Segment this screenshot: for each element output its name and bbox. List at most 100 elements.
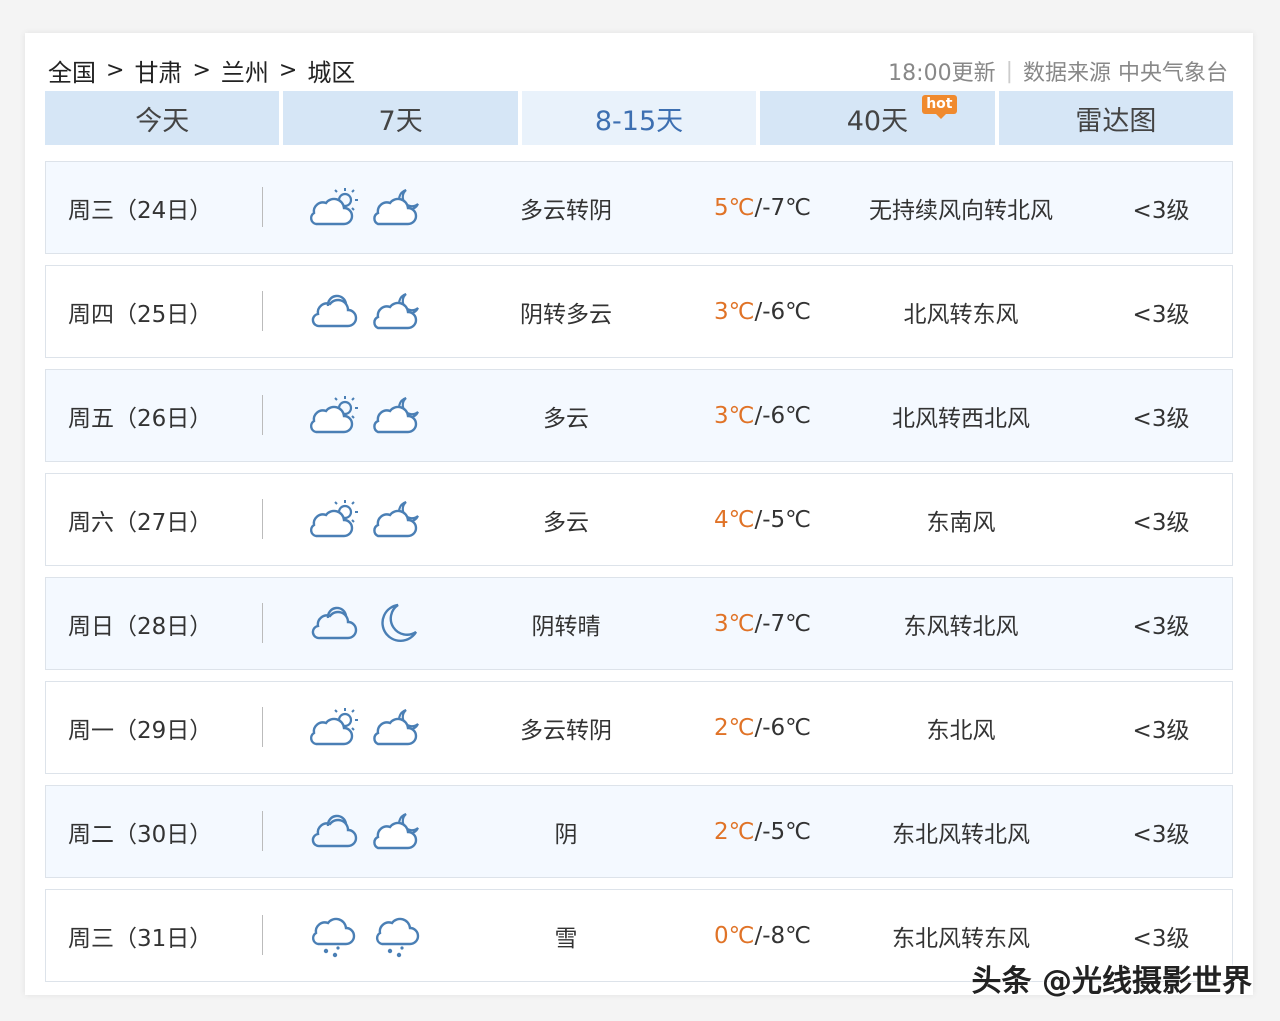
tab-40-days[interactable]: 40天 hot bbox=[760, 91, 995, 145]
wind-direction: 北风转西北风 bbox=[892, 405, 1030, 432]
forecast-row: 周日（28日） 阴转晴 3℃/-7℃ 东风转北风 <3级 bbox=[45, 577, 1233, 670]
row-divider bbox=[262, 707, 263, 747]
breadcrumb-item-city[interactable]: 兰州 bbox=[221, 53, 269, 88]
low-temp: /-5℃ bbox=[754, 506, 811, 533]
update-meta: 18:00更新 | 数据来源 中央气象台 bbox=[888, 55, 1228, 87]
cloudy-icon bbox=[308, 602, 360, 646]
weather-icons bbox=[308, 682, 428, 773]
row-divider bbox=[262, 915, 263, 955]
breadcrumb-item-district[interactable]: 城区 bbox=[307, 53, 355, 88]
low-temp: /-6℃ bbox=[754, 298, 811, 325]
wind-level: <3级 bbox=[1132, 405, 1190, 432]
wind-direction: 东北风 bbox=[926, 717, 996, 744]
forecast-day: 周三（31日） bbox=[68, 925, 213, 952]
wind-level: <3级 bbox=[1132, 717, 1190, 744]
weather-description: 多云转阴 bbox=[520, 197, 612, 224]
row-divider bbox=[262, 291, 263, 331]
wind-level: <3级 bbox=[1132, 613, 1190, 640]
forecast-day: 周二（30日） bbox=[68, 821, 213, 848]
weather-icons bbox=[308, 786, 428, 877]
weather-description: 阴 bbox=[554, 821, 578, 848]
temperature: 2℃/-5℃ bbox=[714, 786, 834, 877]
update-time: 18:00更新 bbox=[888, 61, 996, 86]
forecast-day: 周日（28日） bbox=[68, 613, 213, 640]
tab-today[interactable]: 今天 bbox=[45, 91, 280, 145]
tab-label: 8-15天 bbox=[594, 105, 684, 137]
breadcrumb-item-country[interactable]: 全国 bbox=[48, 53, 96, 88]
temperature: 3℃/-6℃ bbox=[714, 370, 834, 461]
high-temp: 3℃ bbox=[714, 402, 755, 429]
row-divider bbox=[262, 603, 263, 643]
weather-icons bbox=[308, 162, 428, 253]
forecast-row: 周六（27日） 多云 4℃/-5℃ 东南风 <3级 bbox=[45, 473, 1233, 566]
row-divider bbox=[262, 811, 263, 851]
high-temp: 3℃ bbox=[714, 298, 755, 325]
temperature: 4℃/-5℃ bbox=[714, 474, 834, 565]
temperature: 3℃/-6℃ bbox=[714, 266, 834, 357]
tab-7-days[interactable]: 7天 bbox=[283, 91, 518, 145]
forecast-day: 周五（26日） bbox=[68, 405, 213, 432]
hot-badge: hot bbox=[922, 95, 957, 119]
weather-description: 多云 bbox=[543, 405, 589, 432]
wind-level: <3级 bbox=[1132, 821, 1190, 848]
wind-direction: 东风转北风 bbox=[903, 613, 1019, 640]
forecast-row: 周一（29日） 多云转阴 2℃/-6℃ 东北风 <3级 bbox=[45, 681, 1233, 774]
wind-direction: 东北风转北风 bbox=[892, 821, 1030, 848]
low-temp: /-7℃ bbox=[754, 610, 811, 637]
cloudy-icon bbox=[308, 810, 360, 854]
forecast-row: 周二（30日） 阴 2℃/-5℃ 东北风转北风 <3级 bbox=[45, 785, 1233, 878]
partly-cloudy-night-icon bbox=[372, 498, 424, 542]
watermark: 头条 @光线摄影世界 bbox=[971, 964, 1252, 999]
partly-cloudy-day-icon bbox=[308, 394, 360, 438]
breadcrumb-separator: > bbox=[278, 58, 298, 83]
snow-icon bbox=[372, 914, 424, 958]
partly-cloudy-night-icon bbox=[372, 810, 424, 854]
forecast-tabs: 今天 7天 8-15天 40天 hot 雷达图 bbox=[45, 91, 1234, 145]
weather-icons bbox=[308, 370, 428, 461]
forecast-row: 周四（25日） 阴转多云 3℃/-6℃ 北风转东风 <3级 bbox=[45, 265, 1233, 358]
high-temp: 5℃ bbox=[714, 194, 755, 221]
low-temp: /-5℃ bbox=[754, 818, 811, 845]
partly-cloudy-day-icon bbox=[308, 186, 360, 230]
breadcrumb-item-province[interactable]: 甘肃 bbox=[134, 53, 182, 88]
tab-radar[interactable]: 雷达图 bbox=[998, 91, 1234, 145]
tab-8-15-days[interactable]: 8-15天 bbox=[521, 91, 757, 145]
row-divider bbox=[262, 395, 263, 435]
tab-label: 40天 bbox=[846, 105, 909, 137]
wind-level: <3级 bbox=[1132, 197, 1190, 224]
temperature: 0℃/-8℃ bbox=[714, 890, 834, 981]
tab-label: 今天 bbox=[135, 105, 190, 137]
temperature: 3℃/-7℃ bbox=[714, 578, 834, 669]
weather-description: 阴转晴 bbox=[531, 613, 601, 640]
wind-direction: 东南风 bbox=[926, 509, 996, 536]
high-temp: 4℃ bbox=[714, 506, 755, 533]
weather-icons bbox=[308, 890, 428, 981]
partly-cloudy-night-icon bbox=[372, 186, 424, 230]
low-temp: /-7℃ bbox=[754, 194, 811, 221]
weather-description: 雪 bbox=[554, 925, 578, 952]
weather-icons bbox=[308, 266, 428, 357]
temperature: 2℃/-6℃ bbox=[714, 682, 834, 773]
wind-direction: 无持续风向转北风 bbox=[869, 197, 1053, 224]
breadcrumb: 全国 > 甘肃 > 兰州 > 城区 bbox=[48, 53, 355, 88]
snow-icon bbox=[308, 914, 360, 958]
partly-cloudy-night-icon bbox=[372, 706, 424, 750]
tab-label: 7天 bbox=[378, 105, 423, 137]
forecast-day: 周四（25日） bbox=[68, 301, 213, 328]
cloudy-icon bbox=[308, 290, 360, 334]
data-source: 数据来源 中央气象台 bbox=[1023, 61, 1228, 86]
forecast-day: 周六（27日） bbox=[68, 509, 213, 536]
high-temp: 0℃ bbox=[714, 922, 755, 949]
breadcrumb-separator: > bbox=[106, 58, 125, 83]
low-temp: /-6℃ bbox=[754, 402, 811, 429]
tab-label: 雷达图 bbox=[1075, 105, 1157, 137]
row-divider bbox=[262, 187, 263, 227]
meta-divider: | bbox=[1005, 58, 1013, 84]
wind-direction: 北风转东风 bbox=[903, 301, 1019, 328]
forecast-day: 周三（24日） bbox=[68, 197, 213, 224]
partly-cloudy-day-icon bbox=[308, 706, 360, 750]
weather-description: 阴转多云 bbox=[520, 301, 612, 328]
wind-level: <3级 bbox=[1132, 301, 1190, 328]
weather-description: 多云转阴 bbox=[520, 717, 612, 744]
high-temp: 2℃ bbox=[714, 818, 755, 845]
